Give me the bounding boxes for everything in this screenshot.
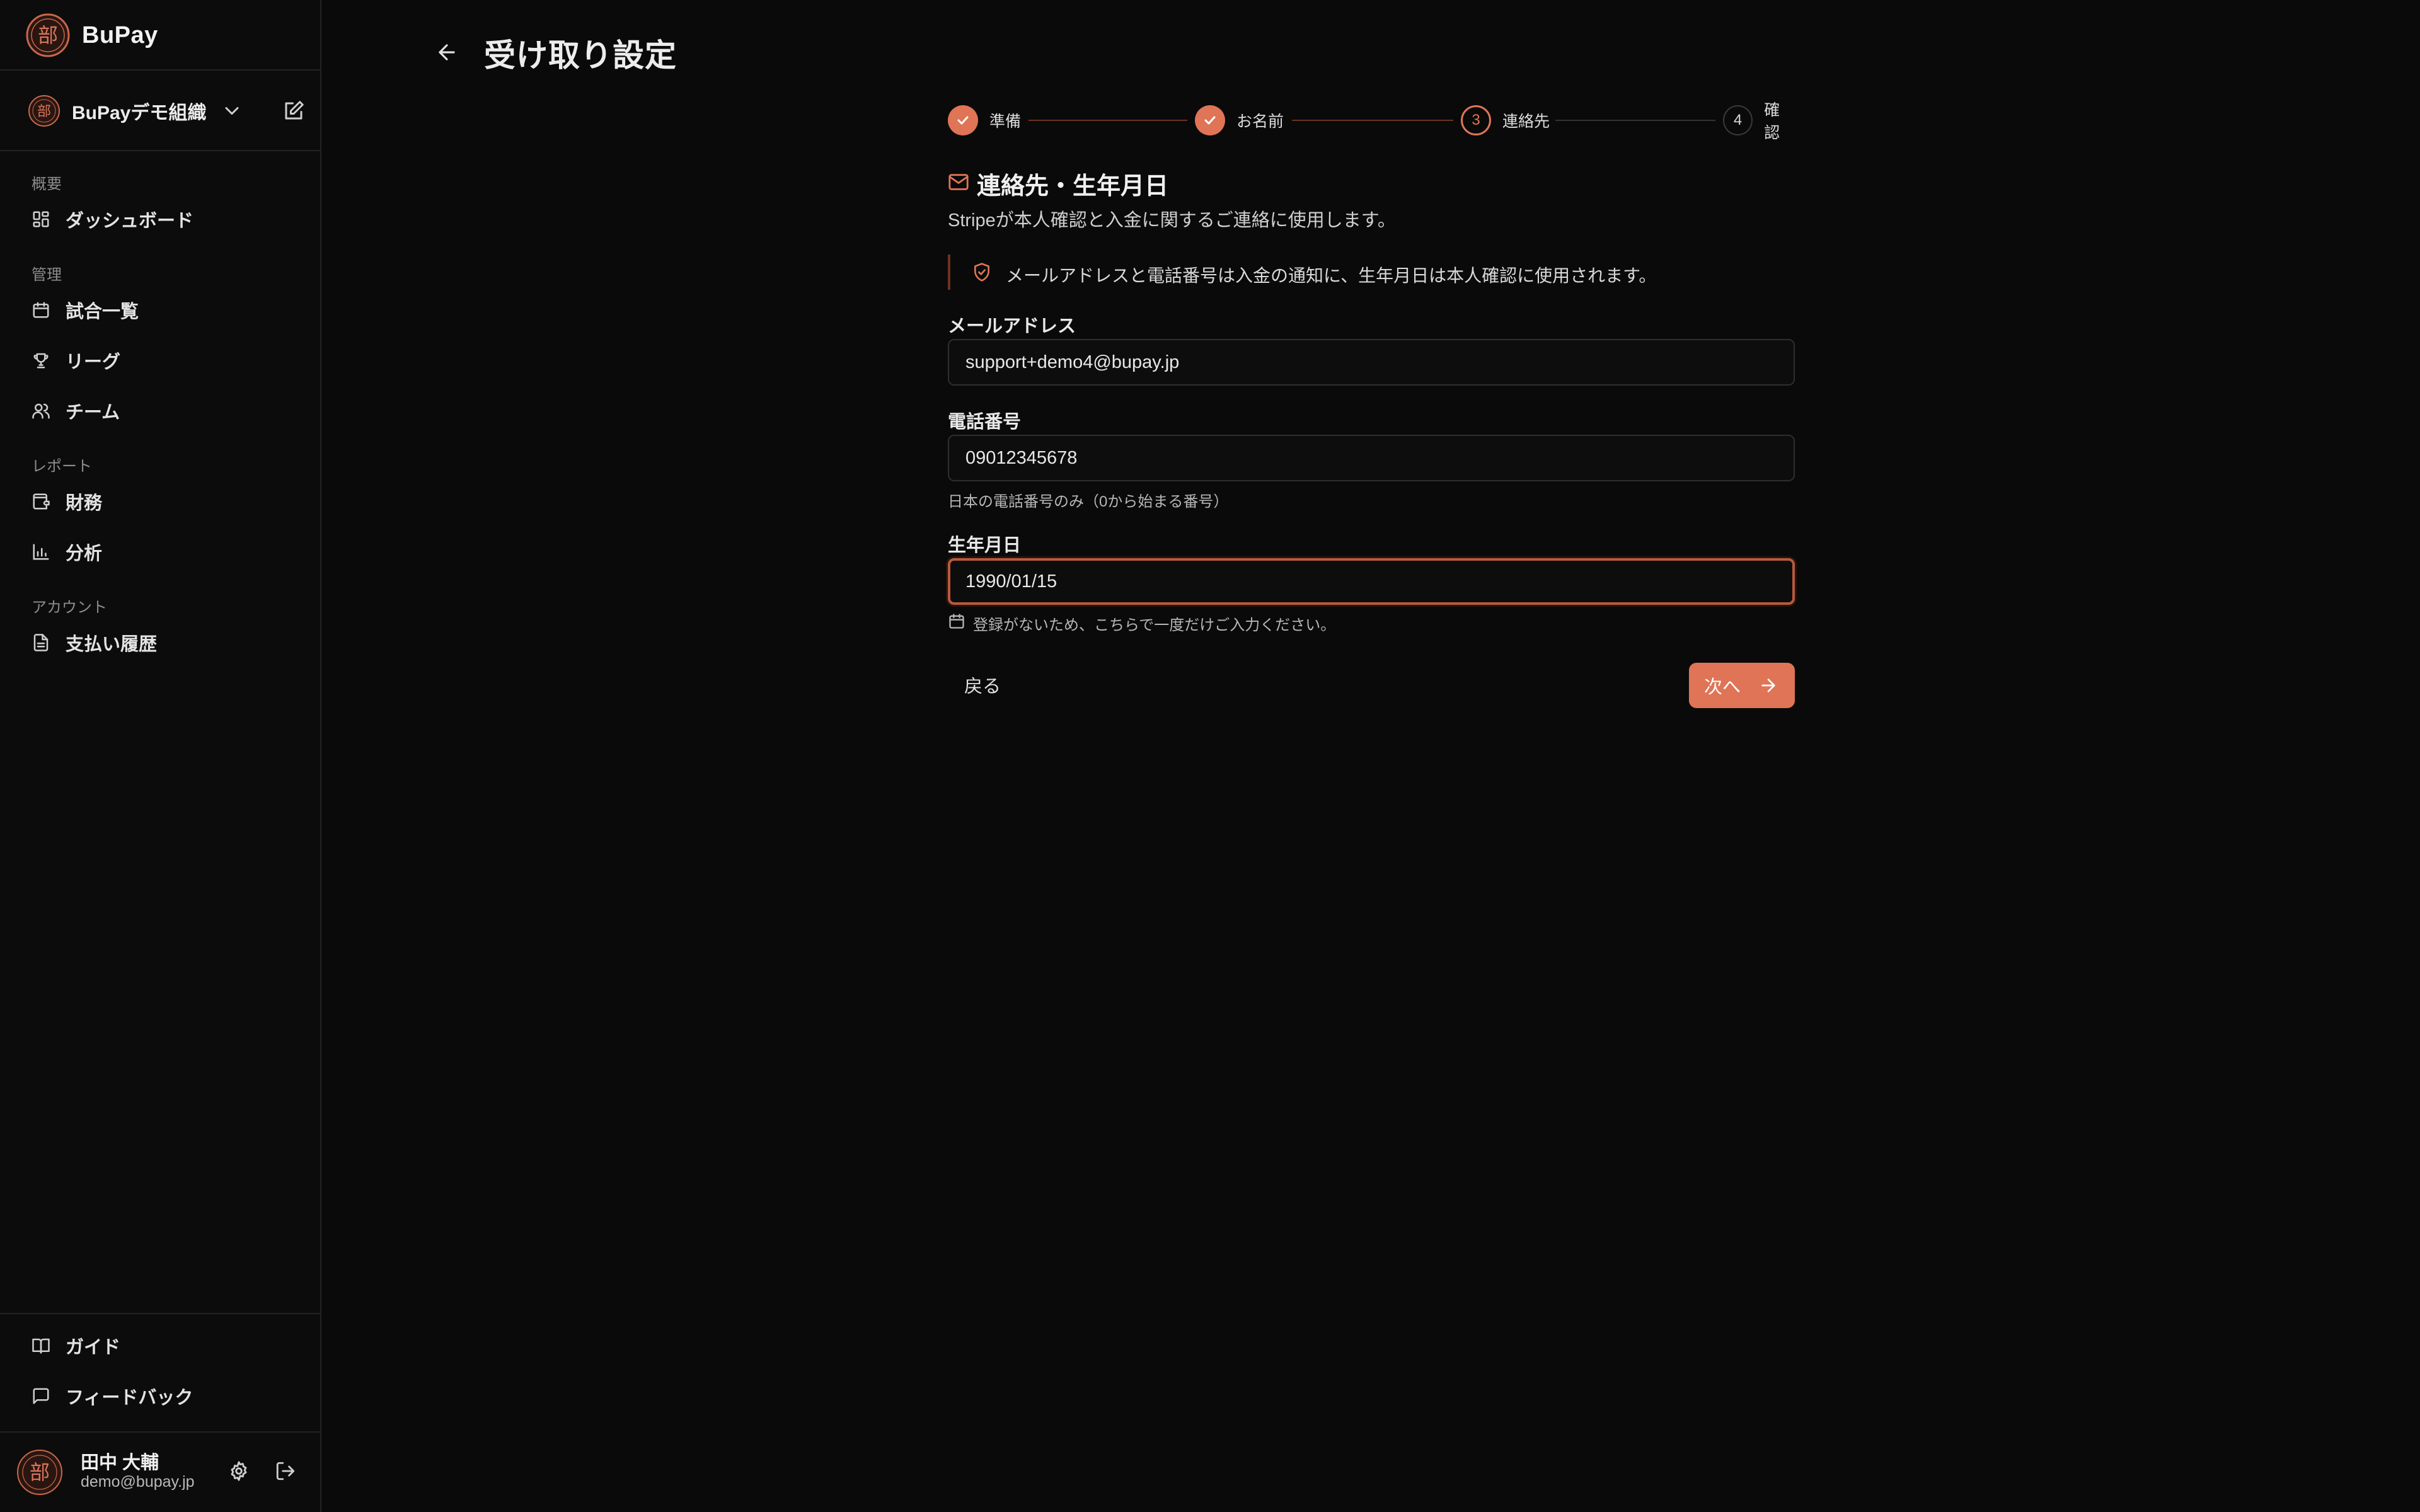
arrow-right-icon [1761,679,1775,692]
sidebar-item-label: ダッシュボード [66,211,194,231]
brand-name: BuPay [82,21,158,49]
step-label: 連絡先 [1502,113,1550,130]
calendar-icon [949,614,964,629]
sidebar-item-payment-history[interactable]: 支払い履歴 [32,625,296,660]
page-title: 受け取り設定 [484,38,677,73]
org-logo-icon: 部 [28,95,60,127]
sidebar-item-label: リーグ [66,352,121,372]
user-email: demo@bupay.jp [81,1473,195,1491]
message-icon [33,1388,49,1404]
sidebar-item-label: 財務 [66,493,103,513]
nav-section-account: アカウント [32,599,107,616]
birthdate-field[interactable] [948,558,1795,605]
step-name[interactable]: お名前 [1195,105,1284,136]
sidebar-divider [0,69,321,71]
phone-help-text: 日本の電話番号のみ（0から始まる番号） [948,493,1229,510]
step-label: 確認 [1764,101,1780,142]
step-number-badge: 3 [1461,105,1491,135]
nav-section-reports: レポート [32,458,92,475]
org-name: BuPayデモ組織 [72,103,207,123]
svg-text:部: 部 [37,104,51,120]
next-button-label: 次へ [1704,677,1741,697]
calendar-icon [33,302,49,318]
svg-text:部: 部 [30,1460,50,1484]
gear-icon[interactable] [228,1460,250,1482]
org-switcher[interactable]: 部 BuPayデモ組織 [28,93,304,129]
next-button[interactable]: 次へ [1689,663,1795,708]
phone-field[interactable] [948,435,1795,481]
users-icon [32,403,50,419]
check-icon [1204,116,1216,125]
sidebar-item-finance[interactable]: 財務 [32,484,296,519]
sidebar-item-guide[interactable]: ガイド [32,1328,296,1363]
step-done-badge [948,105,978,135]
back-arrow-icon[interactable] [435,40,459,64]
sidebar-item-label: 支払い履歴 [66,634,158,655]
sidebar-item-leagues[interactable]: リーグ [32,343,296,378]
email-label: メールアドレス [948,316,1076,336]
sidebar-divider [0,1431,321,1433]
sidebar-item-label: フィードバック [66,1388,193,1408]
brand-logo-icon: 部 [26,13,70,57]
step-done-badge [1195,105,1225,135]
sidebar-item-label: 分析 [66,544,103,564]
trophy-icon [33,353,49,369]
step-label: お名前 [1236,113,1284,130]
back-button[interactable]: 戻る [948,663,1011,707]
step-connector [1028,120,1187,121]
phone-label: 電話番号 [948,412,1022,432]
info-notice: メールアドレスと電話番号は入金の通知に、生年月日は本人確認に使用されます。 [948,255,1795,290]
sidebar-divider [0,1313,321,1314]
dashboard-icon [33,211,49,227]
avatar[interactable]: 部 [16,1449,63,1496]
sidebar-divider [0,150,321,151]
bar-chart-icon [33,544,49,560]
sidebar-item-label: ガイド [66,1337,121,1358]
notice-text: メールアドレスと電話番号は入金の通知に、生年月日は本人確認に使用されます。 [1006,266,1657,285]
step-number-badge: 4 [1723,105,1753,135]
step-contact[interactable]: 3 連絡先 [1461,105,1550,136]
birthdate-label: 生年月日 [948,536,1022,556]
user-name: 田中 大輔 [81,1453,159,1473]
sidebar-item-dashboard[interactable]: ダッシュボード [32,202,296,237]
sidebar: 部 BuPay 部 BuPayデモ組織 概要 ダッシュボード 管理 試合一覧 リ… [0,0,321,1512]
edit-icon[interactable] [282,100,305,122]
shield-check-icon [974,263,989,282]
nav-section-manage: 管理 [32,266,62,284]
brand[interactable]: 部 BuPay [25,13,158,58]
sidebar-item-teams[interactable]: チーム [32,393,296,428]
step-connector [1555,120,1715,121]
book-icon [32,1338,50,1354]
sidebar-item-feedback[interactable]: フィードバック [32,1378,296,1414]
step-prepare[interactable]: 準備 [948,105,1021,136]
app-root: 部 BuPay 部 BuPayデモ組織 概要 ダッシュボード 管理 試合一覧 リ… [0,0,2420,1512]
wallet-icon [33,493,50,510]
document-icon [33,634,49,651]
step-confirm[interactable]: 4 確認 [1723,101,1795,142]
section-title: 連絡先・生年月日 [977,173,1169,200]
mail-icon [948,174,969,190]
section-description: Stripeが本人確認と入金に関するご連絡に使用します。 [948,210,1396,231]
svg-text:部: 部 [38,23,58,47]
stepper: 準備 お名前 3 連絡先 4 確認 [948,101,1795,142]
sidebar-item-label: チーム [66,403,120,423]
nav-section-overview: 概要 [32,176,62,193]
logout-icon[interactable] [275,1460,296,1482]
sidebar-item-matches[interactable]: 試合一覧 [32,292,296,328]
step-connector [1292,120,1453,121]
birthdate-help-text: 登録がないため、こちらで一度だけご入力ください。 [973,617,1336,634]
step-label: 準備 [989,113,1022,130]
sidebar-item-label: 試合一覧 [66,302,139,322]
chevron-down-icon[interactable] [221,100,243,122]
user-profile: 部 田中 大輔 demo@bupay.jp [16,1448,313,1496]
email-field[interactable] [948,339,1795,386]
sidebar-item-analytics[interactable]: 分析 [32,534,296,570]
check-icon [957,116,969,125]
